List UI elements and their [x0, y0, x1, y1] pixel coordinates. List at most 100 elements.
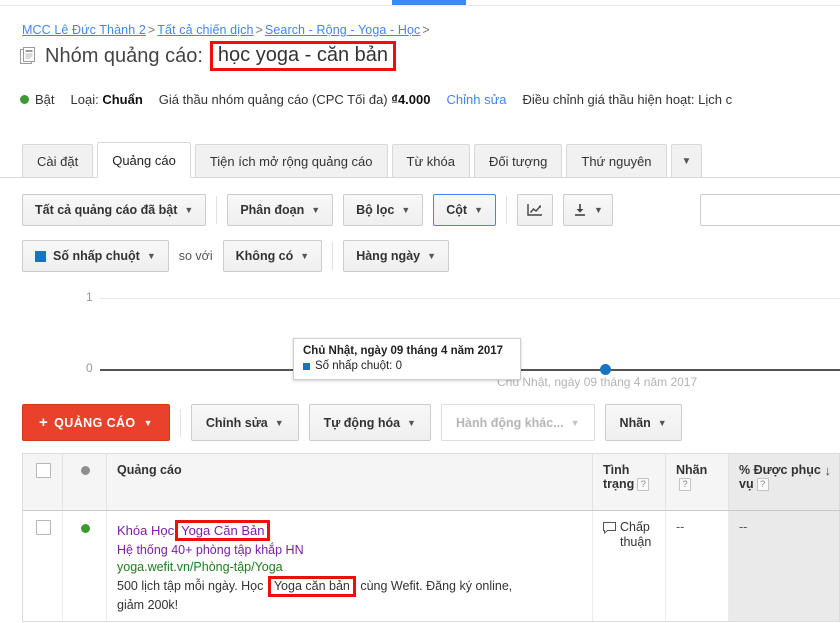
chart-data-point[interactable] [600, 364, 611, 375]
chart-metric-toolbar: Số nhấp chuột ▼ so với Không có ▼ Hàng n… [0, 238, 840, 278]
status-dot-icon [81, 524, 90, 533]
automate-button[interactable]: Tự động hóa ▼ [308, 404, 431, 441]
ad-headline-text: Khóa Học [117, 522, 175, 538]
breadcrumb-item-campaigns[interactable]: Tất cả chiến dịch [157, 23, 253, 37]
chevron-down-icon: ▼ [146, 251, 156, 261]
breadcrumb-item-mcc[interactable]: MCC Lê Đức Thành 2 [22, 23, 146, 37]
toolbar-divider [332, 242, 334, 270]
granularity-label: Hàng ngày [356, 249, 421, 263]
tab-keywords[interactable]: Từ khóa [391, 144, 470, 178]
tab-ad-extensions[interactable]: Tiện ích mở rộng quảng cáo [194, 144, 388, 178]
filters-label: Bộ lọc [356, 203, 395, 217]
help-icon[interactable]: ? [756, 478, 769, 491]
tab-ads[interactable]: Quảng cáo [97, 142, 191, 178]
breadcrumb: MCC Lê Đức Thành 2 > Tất cả chiến dịch > Sea… [22, 23, 432, 37]
action-divider [179, 408, 181, 437]
table-action-bar: + QUẢNG CÁO ▼ Chỉnh sửa ▼ Tự động hóa ▼ … [22, 404, 682, 441]
help-icon[interactable]: ? [679, 478, 691, 491]
ad-display-url[interactable]: yoga.wefit.vn/Phòng-tập/Yoga [117, 559, 584, 575]
gridline-1 [100, 298, 840, 299]
more-actions-label: Hành động khác... [455, 415, 564, 430]
all-enabled-ads-filter-button[interactable]: Tất cả quảng cáo đã bật ▼ [22, 194, 207, 226]
y-tick-0: 0 [86, 361, 93, 375]
help-icon[interactable]: ? [637, 478, 650, 491]
row-checkbox[interactable] [36, 520, 51, 535]
columns-label: Cột [446, 203, 468, 217]
tab-dimensions[interactable]: Thứ nguyên [566, 144, 667, 178]
chevron-down-icon: ▼ [143, 417, 153, 428]
top-hairline [0, 5, 840, 6]
line-chart-icon[interactable] [517, 194, 554, 226]
state-column-header-label: Tình trạng [603, 463, 635, 491]
select-all-header [23, 454, 63, 510]
filters-button[interactable]: Bộ lọc ▼ [343, 194, 424, 226]
search-input-field[interactable] [701, 195, 840, 225]
metric-label: Số nhấp chuột [53, 249, 140, 263]
table-row: Khóa Học Yoga Căn Bản Hệ thống 40+ phòng… [22, 511, 840, 622]
edit-bid-link[interactable]: Chỉnh sửa [446, 92, 506, 107]
chart-tooltip-series-value: 0 [395, 360, 402, 372]
chevron-down-icon[interactable]: ▼ [670, 144, 703, 178]
ad-headline[interactable]: Khóa Học Yoga Căn Bản [117, 520, 584, 541]
segment-button[interactable]: Phân đoạn ▼ [227, 194, 334, 226]
adgroup-bid-currency: ₫ [391, 92, 398, 107]
chevron-down-icon: ▼ [657, 417, 667, 428]
edit-label: Chỉnh sửa [205, 415, 268, 430]
ad-headline-highlight: Yoga Căn Bản [175, 520, 271, 541]
ad-column-header[interactable]: Quảng cáo [107, 454, 593, 510]
chart-tooltip-series: Số nhấp chuột: 0 [303, 360, 511, 372]
chevron-down-icon: ▼ [407, 417, 416, 428]
sort-desc-icon[interactable]: ↓ [825, 463, 832, 478]
ad-headline-2[interactable]: Hệ thống 40+ phòng tập khắp HN [117, 542, 584, 558]
toolbar-divider [506, 196, 508, 224]
adgroup-name-highlight: học yoga - căn bản [209, 41, 397, 71]
tab-list: Cài đặt Quảng cáo Tiện ích mở rộng quảng… [22, 142, 706, 178]
download-button[interactable]: ▼ [563, 194, 613, 226]
tab-audiences[interactable]: Đối tượng [473, 144, 563, 178]
served-column-header[interactable]: % Được phục vụ? ↓ [729, 454, 839, 510]
chevron-down-icon: ▼ [274, 417, 284, 428]
labels-button[interactable]: Nhãn ▼ [604, 404, 682, 441]
chart-tooltip-series-label: Số nhấp chuột: [315, 360, 393, 372]
page-title: Nhóm quảng cáo: học yoga - căn bản [20, 41, 397, 71]
granularity-button[interactable]: Hàng ngày ▼ [343, 240, 450, 272]
speech-bubble-icon [603, 522, 616, 538]
adgroup-type-value: Chuẩn [102, 92, 143, 107]
ad-description-before: 500 lịch tập mỗi ngày. Học [117, 579, 267, 593]
table-header-row: Quảng cáo Tình trạng? Nhãn? % Được phục … [22, 453, 840, 511]
metric-color-swatch [35, 250, 46, 262]
adgroup-state: Bật [20, 92, 55, 107]
chevron-down-icon: ▼ [474, 205, 484, 215]
edit-button[interactable]: Chỉnh sửa ▼ [190, 404, 299, 441]
tab-settings[interactable]: Cài đặt [22, 144, 94, 178]
new-ad-button[interactable]: + QUẢNG CÁO ▼ [22, 404, 170, 441]
ad-description: 500 lịch tập mỗi ngày. Học Yoga căn bản … [117, 576, 517, 613]
select-all-checkbox[interactable] [36, 463, 51, 478]
columns-button[interactable]: Cột ▼ [433, 194, 497, 226]
adgroup-icon [20, 46, 37, 66]
new-ad-label: QUẢNG CÁO [54, 415, 136, 430]
ad-column-header-label: Quảng cáo [117, 463, 182, 477]
label-column-header[interactable]: Nhãn? [666, 454, 729, 510]
ads-table: Quảng cáo Tình trạng? Nhãn? % Được phục … [22, 453, 840, 622]
all-enabled-ads-filter-label: Tất cả quảng cáo đã bật [35, 203, 178, 217]
breadcrumb-item-campaign[interactable]: Search - Rộng - Yoga - Học [265, 23, 420, 37]
segment-label: Phân đoạn [240, 203, 305, 217]
row-select-cell [23, 511, 63, 621]
chevron-down-icon: ▼ [594, 205, 603, 215]
state-column-header[interactable]: Tình trạng? [593, 454, 666, 510]
chevron-down-icon: ▼ [570, 417, 580, 428]
search-input[interactable] [700, 194, 840, 226]
chart-tooltip-title: Chủ Nhật, ngày 09 tháng 4 năm 2017 [303, 345, 504, 357]
status-dot-icon [81, 466, 90, 475]
chevron-down-icon: ▼ [184, 205, 194, 215]
labels-label: Nhãn [619, 415, 651, 430]
chevron-down-icon: ▼ [401, 205, 411, 215]
bid-adjustment-label: Điều chỉnh giá thầu hiện hoạt: Lịch c [522, 92, 733, 107]
status-column-header [63, 454, 107, 510]
metric-color-swatch [303, 362, 310, 370]
metric-selector-button[interactable]: Số nhấp chuột ▼ [22, 240, 169, 272]
served-column-header-label: % Được phục vụ [739, 463, 821, 491]
compare-metric-button[interactable]: Không có ▼ [222, 240, 323, 272]
compare-metric-label: Không có [235, 249, 294, 263]
